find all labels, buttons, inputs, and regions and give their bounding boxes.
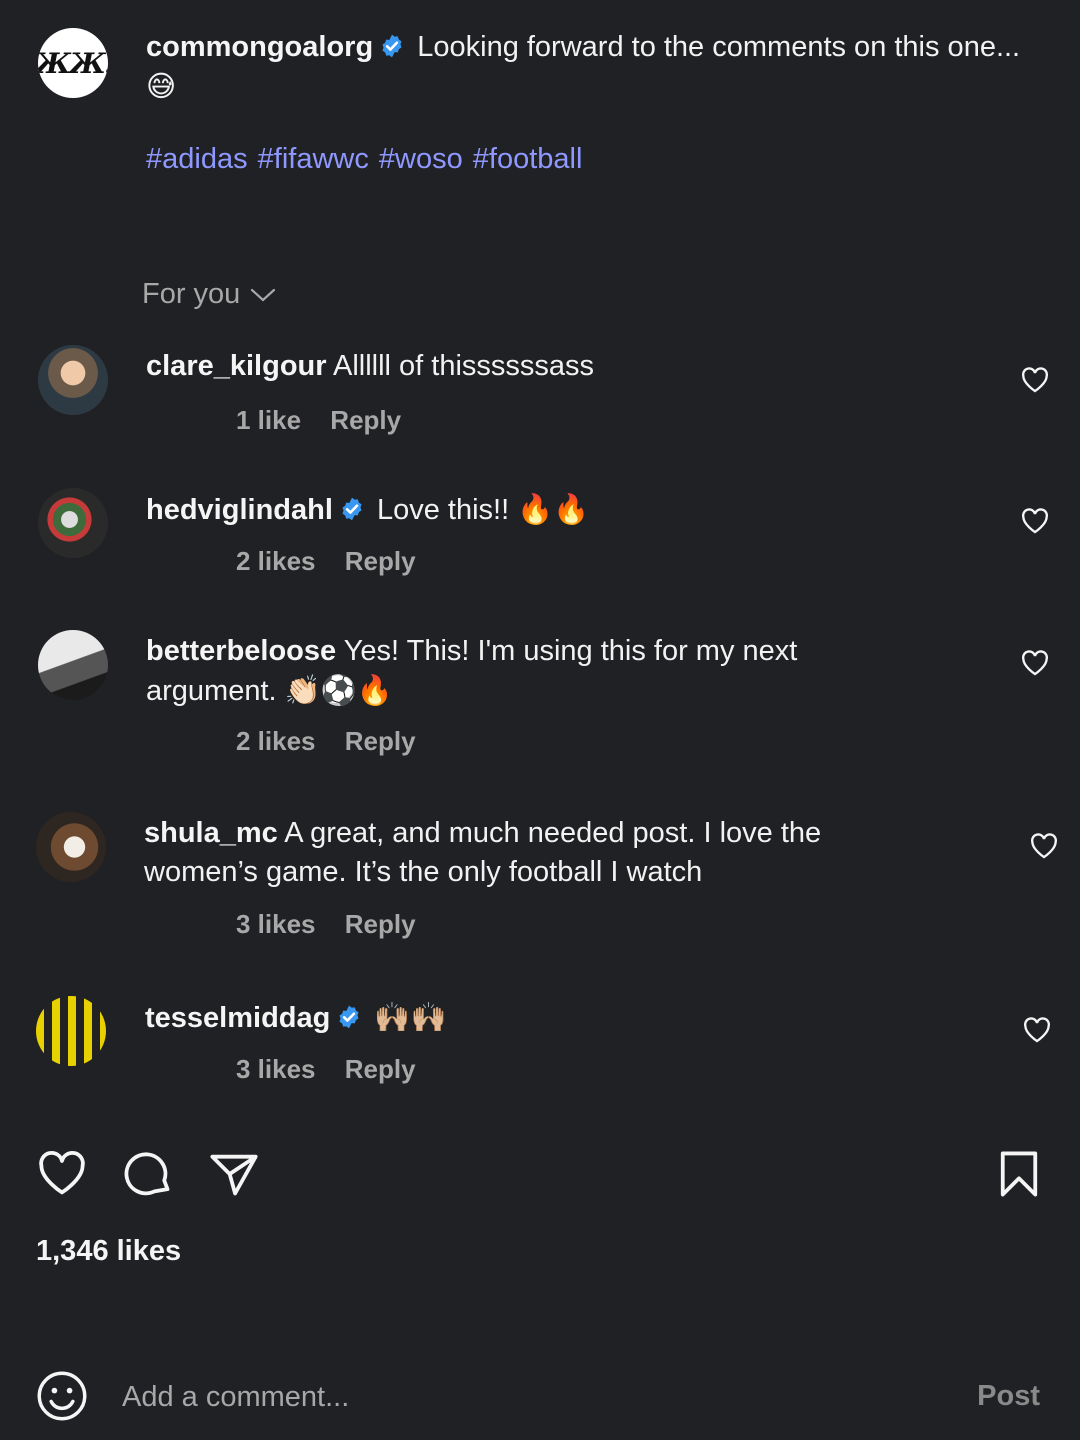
post-likes-count[interactable]: 1,346 likes xyxy=(36,1235,181,1268)
chevron-down-icon xyxy=(251,288,276,301)
comment-heart-icon[interactable] xyxy=(1021,508,1049,534)
comment-heart-icon[interactable] xyxy=(1030,833,1058,859)
comment-text: tesselmiddag 🙌🏼🙌🏼 xyxy=(145,998,905,1038)
comment-meta: 1 like Reply xyxy=(236,405,423,436)
comment-meta: 3 likes Reply xyxy=(236,1054,438,1085)
heart-icon[interactable] xyxy=(36,1148,88,1200)
reply-button[interactable]: Reply xyxy=(330,405,401,435)
comment-text: clare_kilgour Allllll of thissssssass xyxy=(146,347,906,386)
caption-text-block: commongoalorg Looking forward to the com… xyxy=(146,28,1026,107)
comment-heart-icon[interactable] xyxy=(1021,650,1049,676)
comment-body: Allllll of thissssssass xyxy=(333,350,595,382)
paper-plane-icon[interactable] xyxy=(208,1148,260,1200)
comment-meta: 2 likes Reply xyxy=(236,546,438,577)
caption-emoji: 😅 xyxy=(146,69,177,103)
comment-sort-dropdown[interactable]: For you xyxy=(142,278,276,311)
comment-emoji: 👏🏻⚽🔥 xyxy=(284,673,393,707)
comment-username[interactable]: tesselmiddag xyxy=(145,1002,330,1034)
comment-heart-icon[interactable] xyxy=(1021,367,1049,393)
avatar-commongoalorg[interactable]: ЖЖ. xyxy=(38,28,108,98)
comment-body: Love this!! xyxy=(376,494,510,526)
comment-bubble-icon[interactable] xyxy=(122,1148,174,1200)
avatar-hedviglindahl[interactable] xyxy=(38,488,108,558)
comment-text: hedviglindahl Love this!! 🔥🔥 xyxy=(146,490,906,530)
verified-badge-icon xyxy=(342,497,362,521)
reply-button[interactable]: Reply xyxy=(345,1054,416,1084)
comment-username[interactable]: clare_kilgour xyxy=(146,350,327,382)
post-button[interactable]: Post xyxy=(977,1380,1040,1413)
verified-badge-icon xyxy=(339,1005,359,1029)
caption-body: Looking forward to the comments on this … xyxy=(417,31,1021,63)
comment-text: betterbeloose Yes! This! I'm using this … xyxy=(146,632,906,711)
emoji-smile-icon[interactable] xyxy=(36,1370,88,1422)
avatar-shula-mc[interactable] xyxy=(36,812,106,882)
post-action-bar xyxy=(0,1140,1080,1210)
comment-like-count[interactable]: 3 likes xyxy=(236,909,316,939)
comment-username[interactable]: shula_mc xyxy=(144,817,278,849)
comment-like-count[interactable]: 1 like xyxy=(236,405,301,435)
verified-badge-icon xyxy=(382,34,402,58)
comment-meta: 3 likes Reply xyxy=(236,909,438,940)
comment-like-count[interactable]: 3 likes xyxy=(236,1054,316,1084)
comment-input[interactable] xyxy=(122,1374,922,1420)
avatar-clare-kilgour[interactable] xyxy=(38,345,108,415)
post-caption: ЖЖ. commongoalorg Looking forward to the… xyxy=(0,0,1080,236)
avatar-tesselmiddag[interactable] xyxy=(36,996,106,1066)
comment-text: shula_mc A great, and much needed post. … xyxy=(144,814,924,892)
caption-username[interactable]: commongoalorg xyxy=(146,31,373,63)
avatar-betterbeloose[interactable] xyxy=(38,630,108,700)
reply-button[interactable]: Reply xyxy=(345,546,416,576)
post-comments-panel: ЖЖ. commongoalorg Looking forward to the… xyxy=(0,0,1080,1440)
comment-emoji: 🔥🔥 xyxy=(517,492,590,526)
reply-button[interactable]: Reply xyxy=(345,726,416,756)
commongoal-logo: ЖЖ. xyxy=(38,46,108,80)
comment-like-count[interactable]: 2 likes xyxy=(236,726,316,756)
sort-label: For you xyxy=(142,278,241,310)
add-comment-bar: Post xyxy=(0,1350,1080,1440)
comment-emoji: 🙌🏼🙌🏼 xyxy=(374,1000,447,1034)
comment-username[interactable]: hedviglindahl xyxy=(146,494,333,526)
reply-button[interactable]: Reply xyxy=(345,909,416,939)
bookmark-icon[interactable] xyxy=(993,1148,1045,1200)
comment-meta: 2 likes Reply xyxy=(236,726,438,757)
comment-username[interactable]: betterbeloose xyxy=(146,635,336,667)
comment-heart-icon[interactable] xyxy=(1023,1017,1051,1043)
caption-hashtags[interactable]: #adidas #fifawwc #woso #football xyxy=(146,143,582,176)
comment-like-count[interactable]: 2 likes xyxy=(236,546,316,576)
